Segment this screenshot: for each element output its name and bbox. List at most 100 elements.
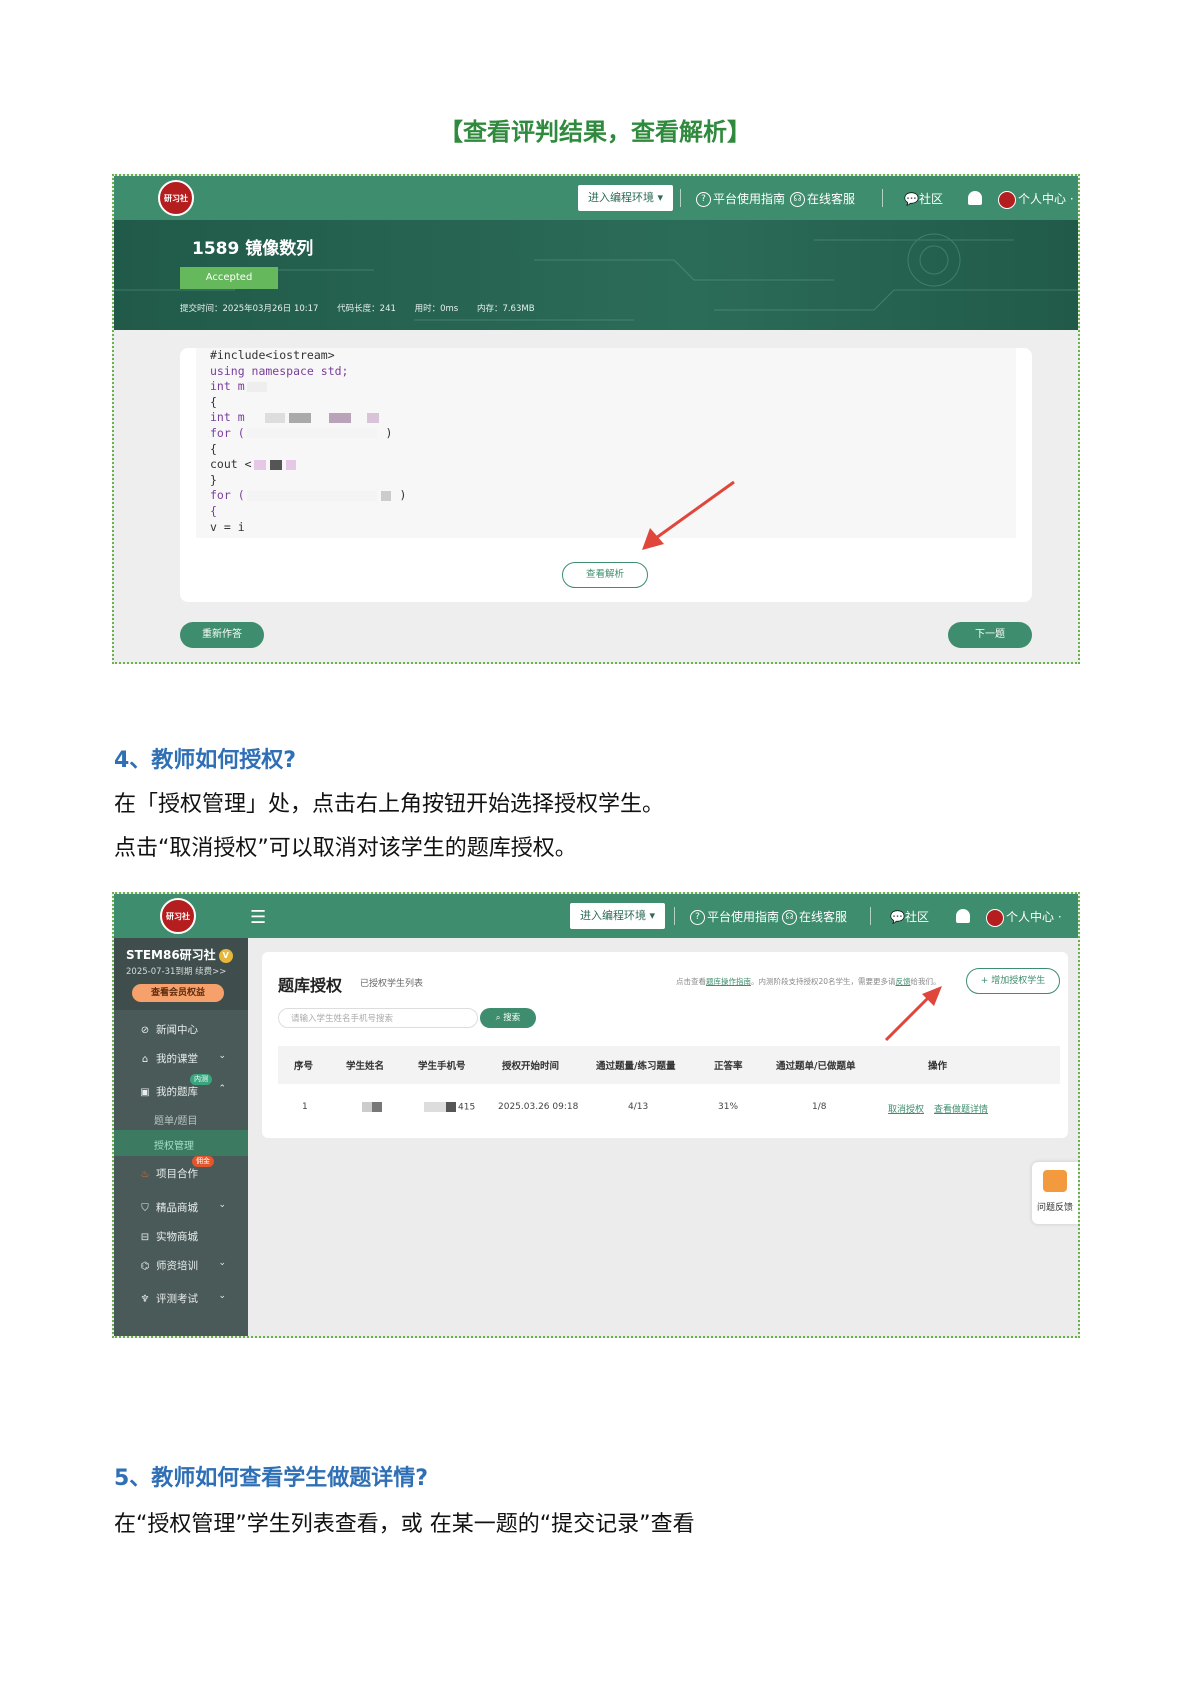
sidebar-item-question-bank[interactable]: ▣ 我的题库 ⌃ xyxy=(114,1084,248,1099)
enter-env-button[interactable]: 进入编程环境 ▾ xyxy=(578,185,674,211)
code-line: #include<iostream> xyxy=(210,348,335,362)
cell-index: 1 xyxy=(302,1102,308,1112)
logo[interactable]: 研习社 xyxy=(160,898,196,934)
brand-name: STEM86研习社 V xyxy=(126,946,233,963)
trophy-icon: ♆ xyxy=(140,1294,150,1305)
envelope-icon xyxy=(1043,1170,1067,1192)
chevron-up-icon: ⌃ xyxy=(218,1084,226,1094)
home-icon: ⌂ xyxy=(141,1054,149,1065)
nav-service[interactable]: ☊ 在线客服 xyxy=(782,908,847,925)
chevron-down-icon: ⌄ xyxy=(218,1200,226,1210)
top-nav-bar: 研习社 进入编程环境 ▾ ? 平台使用指南 ☊ 在线客服 💬社区 个人中心 · xyxy=(114,176,1078,220)
memory-used: 内存：7.63MB xyxy=(476,304,535,314)
sidebar-item-classroom[interactable]: ⌂ 我的课堂 ⌄ xyxy=(114,1051,248,1066)
arrow-annotation xyxy=(884,986,942,1042)
nav-user-center[interactable]: 个人中心 · xyxy=(986,908,1062,927)
sidebar-item-news[interactable]: ⊘ 新闻中心 xyxy=(114,1022,248,1037)
sidebar-item-partnership[interactable]: ♨ 项目合作 xyxy=(114,1166,248,1181)
nav-divider xyxy=(680,189,681,207)
cell-lists: 1/8 xyxy=(812,1102,827,1112)
logo[interactable]: 研习社 xyxy=(158,180,194,216)
code-card: #include<iostream> using namespace std; … xyxy=(180,348,1032,602)
column-header: 学生姓名 xyxy=(346,1061,385,1072)
code-viewer[interactable]: #include<iostream> using namespace std; … xyxy=(196,348,1016,538)
next-problem-button[interactable]: 下一题 xyxy=(948,622,1032,648)
column-header: 学生手机号 xyxy=(418,1061,466,1072)
view-detail-link[interactable]: 查看做题详情 xyxy=(934,1102,988,1115)
top-nav-bar: 研习社 ☰ 进入编程环境 ▾ ? 平台使用指南 ☊ 在线客服 💬社区 个人中心 · xyxy=(114,894,1078,938)
nav-divider xyxy=(674,907,675,925)
guide-link[interactable]: 题库操作指南 xyxy=(706,977,751,986)
arrow-annotation xyxy=(642,480,735,550)
code-line: { xyxy=(210,394,217,409)
cancel-authorization-link[interactable]: 取消授权 xyxy=(888,1102,924,1115)
code-line: { xyxy=(210,503,217,518)
code-line: int m xyxy=(210,379,1016,395)
sidebar-subitem-problems[interactable]: 题单/题目 xyxy=(154,1112,197,1127)
student-search-input[interactable]: 请输入学生姓名手机号搜索 xyxy=(278,1008,478,1028)
notification-bell[interactable] xyxy=(956,908,970,923)
cell-correct-rate: 31% xyxy=(718,1102,739,1112)
membership-expiry[interactable]: 2025-07-31到期 续费>> xyxy=(126,965,226,977)
code-line: for ( ) xyxy=(210,488,407,503)
sidebar-profile: STEM86研习社 V 2025-07-31到期 续费>> 查看会员权益 xyxy=(114,938,248,1010)
nav-divider xyxy=(882,189,883,207)
nav-guide[interactable]: ? 平台使用指南 xyxy=(690,908,779,925)
cell-phone: 415 xyxy=(422,1102,475,1113)
chevron-down-icon: ⌄ xyxy=(218,1291,226,1301)
screenshot-authorization-page: 研习社 ☰ 进入编程环境 ▾ ? 平台使用指南 ☊ 在线客服 💬社区 个人中心 · … xyxy=(112,892,1080,1338)
headset-icon: ☊ xyxy=(790,192,805,207)
code-length: 代码长度：241 xyxy=(337,304,396,314)
problem-banner: 1589 镜像数列 Accepted 提交时间：2025年03月26日 10:1… xyxy=(114,220,1078,330)
page-subtitle: 已授权学生列表 xyxy=(360,979,424,989)
feedback-label: 问题反馈 xyxy=(1036,1203,1073,1213)
screenshot-result-page: 研习社 进入编程环境 ▾ ? 平台使用指南 ☊ 在线客服 💬社区 个人中心 · 15… xyxy=(112,174,1080,664)
menu-icon[interactable]: ☰ xyxy=(250,907,266,928)
nav-service[interactable]: ☊ 在线客服 xyxy=(790,190,855,207)
cell-start-time: 2025.03.26 09:18 xyxy=(498,1102,579,1112)
nav-community[interactable]: 💬社区 xyxy=(904,190,943,207)
column-header: 授权开始时间 xyxy=(502,1061,560,1072)
add-authorized-student-button[interactable]: + 增加授权学生 xyxy=(966,968,1060,994)
column-header: 序号 xyxy=(294,1061,314,1072)
store-icon: ⊟ xyxy=(140,1232,150,1243)
enter-env-button[interactable]: 进入编程环境 ▾ xyxy=(570,903,666,929)
problem-title: 1589 镜像数列 xyxy=(192,239,314,259)
chevron-down-icon: ⌄ xyxy=(218,1258,226,1268)
retry-button[interactable]: 重新作答 xyxy=(180,622,264,648)
code-line: for ( ) xyxy=(210,425,393,440)
feedback-widget[interactable]: 问题反馈 xyxy=(1032,1162,1078,1224)
commission-tag: 佣金 xyxy=(192,1156,214,1167)
column-header: 操作 xyxy=(928,1061,948,1072)
cell-student-name xyxy=(360,1102,384,1113)
notification-bell[interactable] xyxy=(968,190,982,205)
section5-title: 5、教师如何查看学生做题详情? xyxy=(114,1466,429,1491)
vip-icon: V xyxy=(218,948,233,963)
sidebar-item-goods-store[interactable]: ⊟ 实物商城 xyxy=(114,1229,248,1244)
sidebar-item-premium-store[interactable]: ⛉ 精品商城 ⌄ xyxy=(114,1200,248,1215)
member-benefits-button[interactable]: 查看会员权益 xyxy=(132,984,224,1002)
sidebar-item-exams[interactable]: ♆ 评测考试 ⌄ xyxy=(114,1291,248,1306)
beta-tag: 内测 xyxy=(190,1074,212,1085)
sidebar-item-teacher-training[interactable]: ⌬ 师资培训 ⌄ xyxy=(114,1258,248,1273)
chevron-down-icon: ⌄ xyxy=(218,1051,226,1061)
graduation-icon: ⌬ xyxy=(140,1261,150,1272)
view-analysis-button[interactable]: 查看解析 xyxy=(562,562,648,588)
section4-line1: 在「授权管理」处，点击右上角按钮开始选择授权学生。 xyxy=(114,792,665,817)
code-line: cout < xyxy=(210,457,1016,473)
cart-icon: ⛉ xyxy=(141,1203,149,1214)
nav-guide[interactable]: ? 平台使用指南 xyxy=(696,190,785,207)
time-used: 用时：0ms xyxy=(414,304,459,314)
nav-divider xyxy=(870,907,871,925)
chat-icon: 💬 xyxy=(890,910,905,924)
compass-icon: ⊘ xyxy=(140,1025,150,1036)
nav-community[interactable]: 💬社区 xyxy=(890,908,929,925)
sidebar-subitem-authorization[interactable]: 授权管理 xyxy=(154,1137,194,1152)
code-line: using namespace std; xyxy=(210,363,349,378)
submission-meta: 提交时间：2025年03月26日 10:17 代码长度：241 用时：0ms 内… xyxy=(180,302,551,314)
avatar xyxy=(986,908,1004,927)
code-line: { xyxy=(210,441,217,456)
book-icon: ▣ xyxy=(140,1087,150,1098)
search-button[interactable]: ⌕ 搜索 xyxy=(480,1008,536,1028)
nav-user-center[interactable]: 个人中心 · xyxy=(998,190,1074,209)
